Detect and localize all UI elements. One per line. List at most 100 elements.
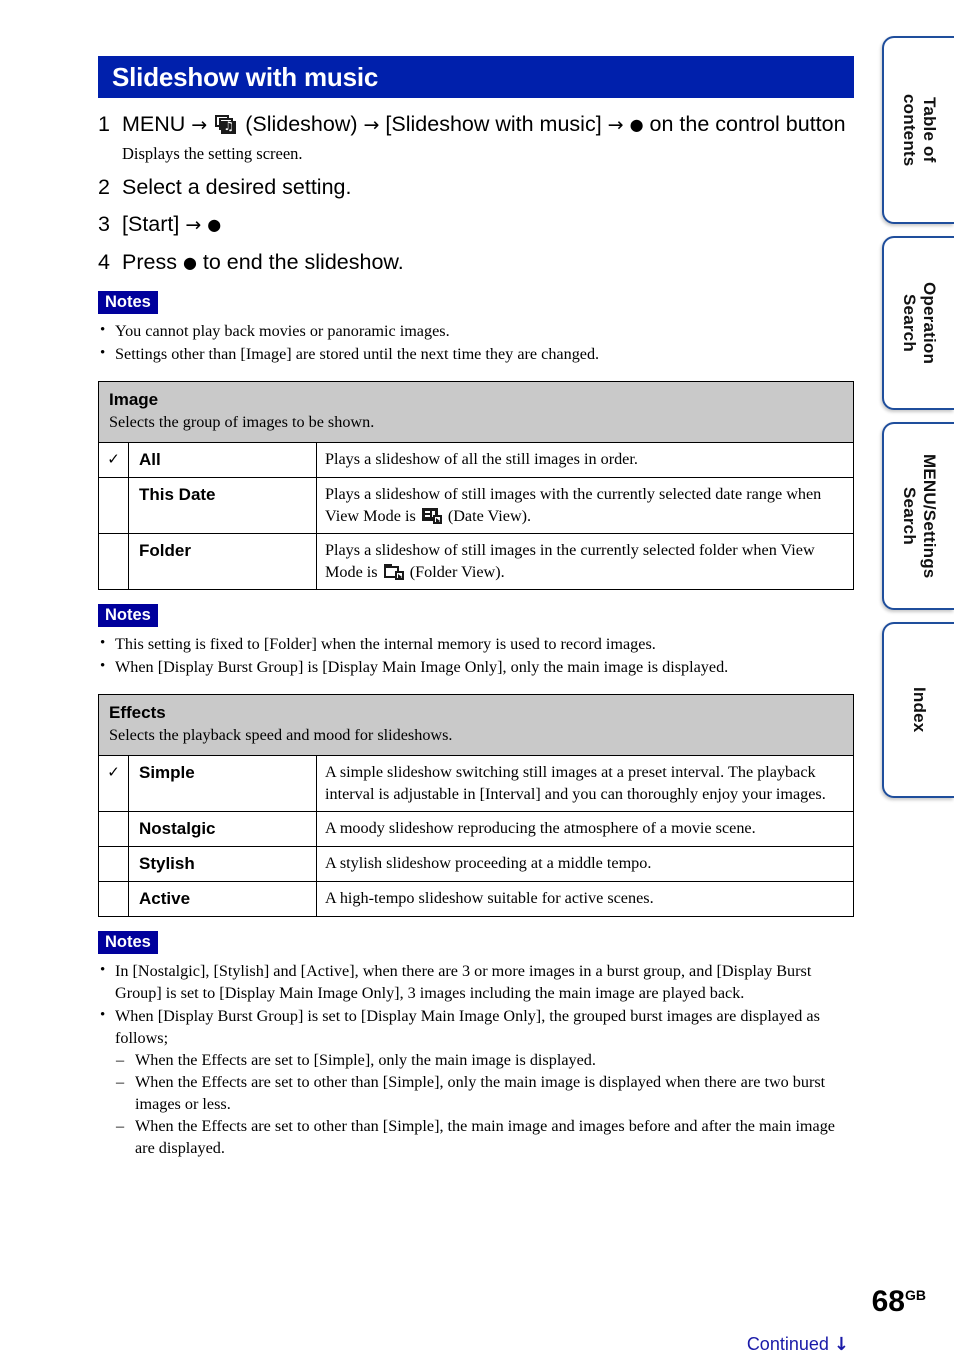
table-row: ✓ All Plays a slideshow of all the still…: [98, 442, 854, 478]
tab-index[interactable]: Index: [882, 622, 954, 798]
check-icon: ✓: [107, 763, 120, 781]
step-4-post-label: to end the slideshow.: [202, 250, 404, 274]
option-name-nostalgic: Nostalgic: [128, 811, 317, 847]
option-desc-nostalgic: A moody slideshow reproducing the atmosp…: [316, 811, 854, 847]
arrow-right-icon: →: [191, 114, 208, 136]
tab-menu-settings-search[interactable]: MENU/Settings Search: [882, 422, 954, 610]
tab-operation-search[interactable]: Operation Search: [882, 236, 954, 410]
note-item: This setting is fixed to [Folder] when t…: [98, 632, 854, 655]
notes-sub-list: When the Effects are set to [Simple], on…: [115, 1049, 854, 1159]
tab-operation-search-label: Operation Search: [900, 281, 939, 365]
table-row: ✓ Simple A simple slideshow switching st…: [98, 755, 854, 812]
notes-badge-2: Notes: [98, 604, 158, 627]
effects-table-title: Effects: [109, 703, 166, 722]
tab-table-of-contents[interactable]: Table of contents: [882, 36, 954, 224]
default-check-cell: [98, 881, 129, 917]
step-4: 4 Press ● to end the slideshow.: [98, 248, 854, 277]
image-settings-table: Image Selects the group of images to be …: [98, 381, 854, 590]
table-row: Stylish A stylish slideshow proceeding a…: [98, 846, 854, 882]
step-2-number: 2: [98, 175, 110, 199]
default-check-cell: ✓: [98, 755, 129, 812]
option-desc-this-date: Plays a slideshow of still images with t…: [316, 477, 854, 534]
page-number: 68GB: [872, 1280, 926, 1317]
date-view-icon: [421, 508, 442, 524]
continued-label: Continued: [746, 1334, 829, 1354]
page-content: Slideshow with music 1 MENU → ♫ (Slidesh…: [98, 56, 854, 1160]
option-desc-simple: A simple slideshow switching still image…: [316, 755, 854, 812]
notes-badge-3: Notes: [98, 931, 158, 954]
notes-badge-1: Notes: [98, 291, 158, 314]
default-check-cell: [98, 477, 129, 534]
notes-list-3: In [Nostalgic], [Stylish] and [Active], …: [98, 959, 854, 1159]
page-number-suffix: GB: [905, 1287, 926, 1303]
tab-index-label: Index: [910, 687, 929, 733]
folder-view-icon: [383, 564, 404, 580]
notes-list-1: You cannot play back movies or panoramic…: [98, 319, 854, 365]
image-table-header-cell: Image Selects the group of images to be …: [98, 381, 854, 443]
note-sub-item: When the Effects are set to other than […: [115, 1071, 854, 1115]
step-1-target-label: [Slideshow with music]: [385, 112, 602, 136]
arrow-down-icon: ↓: [833, 1334, 849, 1355]
manual-page: Slideshow with music 1 MENU → ♫ (Slidesh…: [0, 0, 954, 1369]
control-button-dot-icon-3: ●: [182, 253, 197, 272]
effects-table-header-cell: Effects Selects the playback speed and m…: [98, 694, 854, 756]
table-row: Nostalgic A moody slideshow reproducing …: [98, 811, 854, 847]
effects-table-description: Selects the playback speed and mood for …: [109, 726, 453, 744]
table-row: This Date Plays a slideshow of still ima…: [98, 477, 854, 534]
step-4-text: Press ● to end the slideshow.: [122, 248, 854, 277]
arrow-right-icon-2: →: [363, 114, 380, 136]
page-title: Slideshow with music: [98, 56, 854, 98]
step-3: 3 [Start] → ●: [98, 210, 854, 240]
option-name-stylish: Stylish: [128, 846, 317, 882]
note-item: In [Nostalgic], [Stylish] and [Active], …: [98, 959, 854, 1004]
option-desc-stylish: A stylish slideshow proceeding at a midd…: [316, 846, 854, 882]
note-item-text: When [Display Burst Group] is set to [Di…: [115, 1007, 820, 1047]
step-1-text: MENU → ♫ (Slideshow) → [Slideshow with m…: [122, 110, 854, 140]
notes-list-2: This setting is fixed to [Folder] when t…: [98, 632, 854, 678]
step-2: 2 Select a desired setting.: [98, 173, 854, 202]
option-name-active: Active: [128, 881, 317, 917]
option-desc-this-date-after: (Date View).: [447, 507, 532, 525]
table-header-row: Image Selects the group of images to be …: [98, 381, 854, 443]
default-check-cell: [98, 533, 129, 590]
step-3-start-label: [Start]: [122, 212, 180, 236]
arrow-right-icon-3: →: [607, 114, 624, 136]
image-table-description: Selects the group of images to be shown.: [109, 413, 375, 431]
step-1: 1 MENU → ♫ (Slideshow) → [Slideshow with…: [98, 110, 854, 140]
page-number-value: 68: [871, 1285, 905, 1318]
step-1-slideshow-label: (Slideshow): [245, 112, 358, 136]
notes-block-1: Notes You cannot play back movies or pan…: [98, 291, 854, 365]
procedure-steps: 1 MENU → ♫ (Slideshow) → [Slideshow with…: [98, 110, 854, 277]
default-check-cell: [98, 846, 129, 882]
continued-link[interactable]: Continued ↓: [747, 1334, 849, 1355]
tab-menu-settings-search-label: MENU/Settings Search: [900, 453, 939, 579]
control-button-dot-icon: ●: [629, 115, 644, 134]
option-name-simple: Simple: [128, 755, 317, 812]
option-desc-this-date-before: Plays a slideshow of still images with t…: [325, 485, 822, 525]
step-1-menu-label: MENU: [122, 112, 186, 136]
step-1-post-label: on the control button: [649, 112, 846, 136]
note-item: When [Display Burst Group] is [Display M…: [98, 655, 854, 678]
image-table-title: Image: [109, 390, 159, 409]
step-4-press-label: Press: [122, 250, 177, 274]
table-header-row: Effects Selects the playback speed and m…: [98, 694, 854, 756]
effects-settings-table: Effects Selects the playback speed and m…: [98, 694, 854, 917]
option-desc-active: A high-tempo slideshow suitable for acti…: [316, 881, 854, 917]
step-1-number: 1: [98, 112, 110, 136]
table-row: Active A high-tempo slideshow suitable f…: [98, 881, 854, 917]
side-tab-navigation: Table of contents Operation Search MENU/…: [882, 36, 954, 810]
option-name-this-date: This Date: [128, 477, 317, 534]
note-item: You cannot play back movies or panoramic…: [98, 319, 854, 342]
notes-block-2: Notes This setting is fixed to [Folder] …: [98, 604, 854, 678]
arrow-right-icon-4: →: [185, 214, 202, 236]
step-3-text: [Start] → ●: [122, 210, 854, 240]
option-desc-folder-after: (Folder View).: [409, 563, 505, 581]
tab-table-of-contents-label: Table of contents: [900, 93, 939, 167]
table-row: Folder Plays a slideshow of still images…: [98, 533, 854, 590]
note-sub-item: When the Effects are set to [Simple], on…: [115, 1049, 854, 1071]
control-button-dot-icon-2: ●: [207, 215, 222, 234]
note-sub-item: When the Effects are set to other than […: [115, 1115, 854, 1159]
step-2-text: Select a desired setting.: [122, 175, 352, 199]
option-name-all: All: [128, 442, 317, 478]
note-item: When [Display Burst Group] is set to [Di…: [98, 1004, 854, 1159]
